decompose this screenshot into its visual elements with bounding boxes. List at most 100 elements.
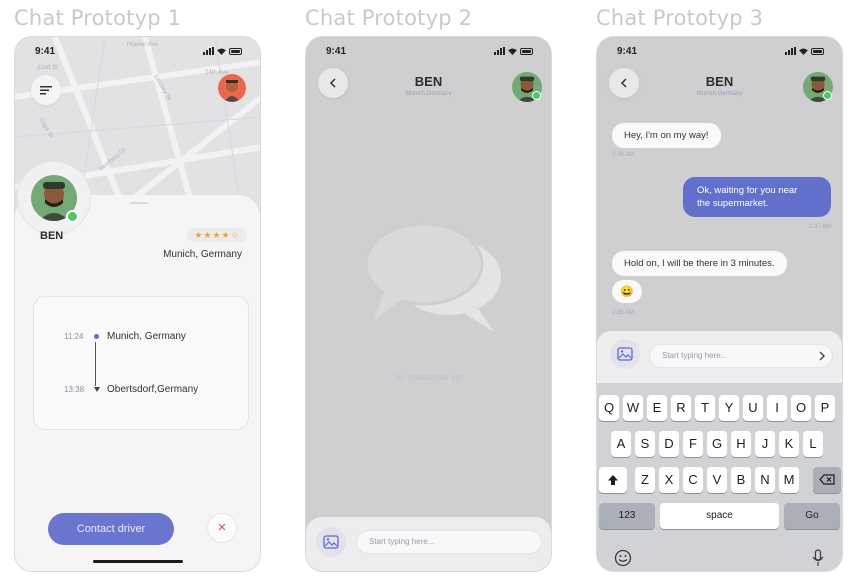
key-f[interactable]: F: [683, 431, 703, 457]
numbers-key[interactable]: 123: [599, 503, 655, 529]
online-indicator: [823, 91, 832, 100]
menu-icon: [40, 86, 52, 95]
key-x[interactable]: X: [659, 467, 679, 493]
message-input-bar: Start typing here...: [306, 517, 551, 571]
key-l[interactable]: L: [803, 431, 823, 457]
go-key[interactable]: Go: [784, 503, 840, 529]
stop-time: 13:38: [64, 385, 85, 394]
sheet-handle[interactable]: [130, 202, 148, 204]
phone-3-screen: 9:41 BEN Munich,Germany Hey, I'm on my w…: [596, 36, 843, 572]
key-t[interactable]: T: [695, 395, 715, 421]
phone-1-screen: Hoover Ave 22nd St Lindsey St Gaps St Pe…: [14, 36, 261, 572]
keyboard: Q W E R T Y U I O P A S D F G H J K L Z …: [597, 383, 842, 571]
attach-image-button[interactable]: [610, 339, 640, 369]
message-bubble-emoji[interactable]: 😀: [612, 280, 642, 303]
empty-state-text: No messages yet: [393, 372, 464, 382]
key-b[interactable]: B: [731, 467, 751, 493]
map-label: 22nd St: [37, 65, 58, 71]
key-w[interactable]: W: [623, 395, 643, 421]
key-n[interactable]: N: [755, 467, 775, 493]
message-line: Ok, waiting for you near: [697, 185, 798, 196]
key-o[interactable]: O: [791, 395, 811, 421]
driver-rating: ★★★★☆: [187, 228, 247, 242]
key-k[interactable]: K: [779, 431, 799, 457]
key-p[interactable]: P: [815, 395, 835, 421]
emoji-icon[interactable]: [614, 549, 632, 567]
user-avatar[interactable]: [218, 74, 246, 102]
route-line: [95, 342, 96, 386]
send-chevron-icon[interactable]: [819, 351, 825, 361]
key-r[interactable]: R: [671, 395, 691, 421]
menu-button[interactable]: [31, 75, 61, 105]
key-s[interactable]: S: [635, 431, 655, 457]
signal-icon: [203, 47, 214, 55]
delete-key[interactable]: [813, 467, 841, 493]
status-icons: [785, 47, 824, 55]
stop-time: 11:24: [64, 332, 84, 341]
contact-driver-button[interactable]: Contact driver: [48, 513, 174, 545]
stop-place: Obertsdorf,Germany: [107, 384, 199, 395]
key-z[interactable]: Z: [635, 467, 655, 493]
space-key[interactable]: space: [660, 503, 779, 529]
key-h[interactable]: H: [731, 431, 751, 457]
driver-name: BEN: [40, 230, 64, 242]
key-i[interactable]: I: [767, 395, 787, 421]
home-indicator: [93, 560, 183, 563]
key-m[interactable]: M: [779, 467, 799, 493]
start-dot-icon: [94, 334, 99, 339]
message-timestamp: 2:37 AM: [808, 224, 831, 230]
message-bubble-incoming[interactable]: Hey, I'm on my way!: [612, 123, 721, 148]
online-indicator: [66, 210, 79, 223]
battery-icon: [229, 47, 242, 55]
message-timestamp: 2:38 AM: [612, 310, 635, 316]
close-button[interactable]: ×: [207, 513, 237, 543]
key-y[interactable]: Y: [719, 395, 739, 421]
key-q[interactable]: Q: [599, 395, 619, 421]
backspace-icon: [819, 474, 835, 485]
key-d[interactable]: D: [659, 431, 679, 457]
image-icon: [323, 535, 339, 549]
message-input[interactable]: Start typing here...: [356, 530, 542, 554]
message-timestamp: 2:36 AM: [612, 152, 635, 158]
route-card: 11:24 Munich, Germany 13:38 Obertsdorf,G…: [33, 296, 249, 430]
online-indicator: [532, 91, 541, 100]
key-a[interactable]: A: [611, 431, 631, 457]
shift-key[interactable]: [599, 467, 627, 493]
wifi-icon: [799, 47, 808, 55]
key-c[interactable]: C: [683, 467, 703, 493]
shift-arrow-icon: [608, 475, 618, 485]
status-bar: 9:41: [306, 45, 551, 59]
destination-arrow-icon: [94, 387, 100, 392]
driver-avatar-ring: [17, 161, 91, 235]
status-icons: [203, 47, 242, 55]
status-time: 9:41: [617, 46, 638, 57]
message-bubble-incoming[interactable]: Hold on, I will be there in 3 minutes.: [612, 251, 787, 276]
wifi-icon: [217, 47, 226, 55]
route-stop-start: 11:24 Munich, Germany: [64, 331, 186, 342]
key-e[interactable]: E: [647, 395, 667, 421]
prototype-1-title: Chat Prototyp 1: [14, 6, 182, 30]
status-time: 9:41: [326, 46, 347, 57]
prototype-3-title: Chat Prototyp 3: [596, 6, 764, 30]
route-stop-end: 13:38 Obertsdorf,Germany: [64, 384, 198, 395]
image-icon: [617, 347, 633, 361]
status-bar: 9:41: [597, 45, 842, 59]
signal-icon: [785, 47, 796, 55]
key-u[interactable]: U: [743, 395, 763, 421]
message-bubble-outgoing[interactable]: Ok, waiting for you near the supermarket…: [683, 177, 831, 217]
message-line: the supermarket.: [697, 198, 769, 209]
message-input[interactable]: Start typing here...: [649, 344, 833, 368]
stop-place: Munich, Germany: [107, 331, 186, 342]
driver-location: Munich, Germany: [163, 249, 242, 260]
signal-icon: [494, 47, 505, 55]
chat-bubbles-icon: [364, 222, 501, 332]
key-v[interactable]: V: [707, 467, 727, 493]
key-j[interactable]: J: [755, 431, 775, 457]
close-icon: ×: [217, 519, 227, 536]
attach-image-button[interactable]: [316, 527, 346, 557]
status-time: 9:41: [35, 46, 56, 57]
key-g[interactable]: G: [707, 431, 727, 457]
wifi-icon: [508, 47, 517, 55]
prototype-2-title: Chat Prototyp 2: [305, 6, 473, 30]
microphone-icon[interactable]: [812, 549, 824, 567]
